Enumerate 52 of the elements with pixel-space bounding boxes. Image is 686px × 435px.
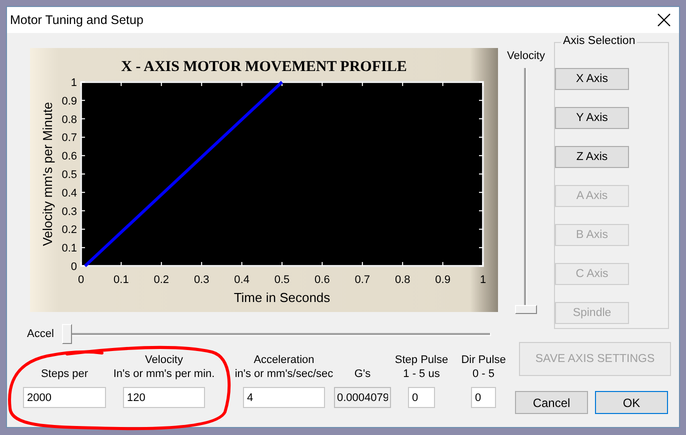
dialog-button[interactable]: Cancel [515,391,588,414]
y-tick-label: 0.7 [62,132,77,144]
x-tick-label: 1 [480,274,486,286]
field-label: In's or mm's per min. [113,367,215,381]
y-tick-label: 0.5 [62,169,77,181]
x-tick-label: 0.4 [234,274,250,286]
field-label: G's [354,367,371,381]
field-label: in's or mm's/sec/sec [234,367,334,381]
x-tick-label: 0 [78,274,84,286]
field-label: Dir Pulse [461,353,506,367]
y-tick-label: 0.2 [62,224,77,236]
input-field[interactable]: 4 [243,387,325,408]
slider-label: Accel [27,328,55,340]
slider-thumb[interactable] [515,305,537,314]
field-label: Step Pulse [394,353,448,367]
x-tick-label: 0.5 [274,274,290,286]
y-tick-label: 0.1 [62,242,77,255]
chart-title: X - AXIS MOTOR MOVEMENT PROFILE [121,59,407,75]
x-tick-label: 0.8 [394,274,410,286]
y-tick-label: 0.9 [62,95,77,108]
x-tick-label: 0.6 [314,274,330,286]
y-tick-label: 0.8 [62,114,77,126]
x-tick-label: 0.1 [114,274,129,286]
field-label: 0 - 5 [472,367,494,381]
x-tick-label: 0.9 [435,274,450,286]
x-axis-title: Time in Seconds [234,290,330,305]
x-tick-label: 0.2 [154,274,170,286]
field-label: 1 - 5 us [403,367,440,381]
input-field[interactable]: 0 [471,387,496,408]
y-tick-label: 0.4 [62,187,77,200]
y-tick-label: 0.3 [62,206,77,218]
y-tick-label: 0 [70,261,77,273]
slider-label: Velocity [507,50,545,62]
field-label: Acceleration [254,353,314,367]
axis-button[interactable]: X Axis [555,68,629,90]
y-tick-label: 0.6 [62,150,77,163]
dialog-button[interactable]: OK [595,391,668,414]
close-icon[interactable] [657,13,671,27]
input-field[interactable]: 2000 [23,387,106,408]
field-label: Steps per [40,367,88,381]
x-tick-label: 0.7 [354,274,370,286]
field-label: Velocity [145,353,183,367]
window-title: Motor Tuning and Setup [10,13,144,27]
axis-button[interactable]: Z Axis [555,146,629,168]
input-field[interactable]: 0 [408,387,435,408]
y-tick-label: 1 [70,77,77,89]
y-axis-title: Velocity mm's per Minute [40,102,55,246]
axis-button[interactable]: Y Axis [555,107,629,129]
x-tick-label: 0.3 [194,274,210,286]
group-title: Axis Selection [561,35,638,47]
input-field[interactable]: 120 [123,387,205,408]
slider-thumb[interactable] [62,324,72,344]
